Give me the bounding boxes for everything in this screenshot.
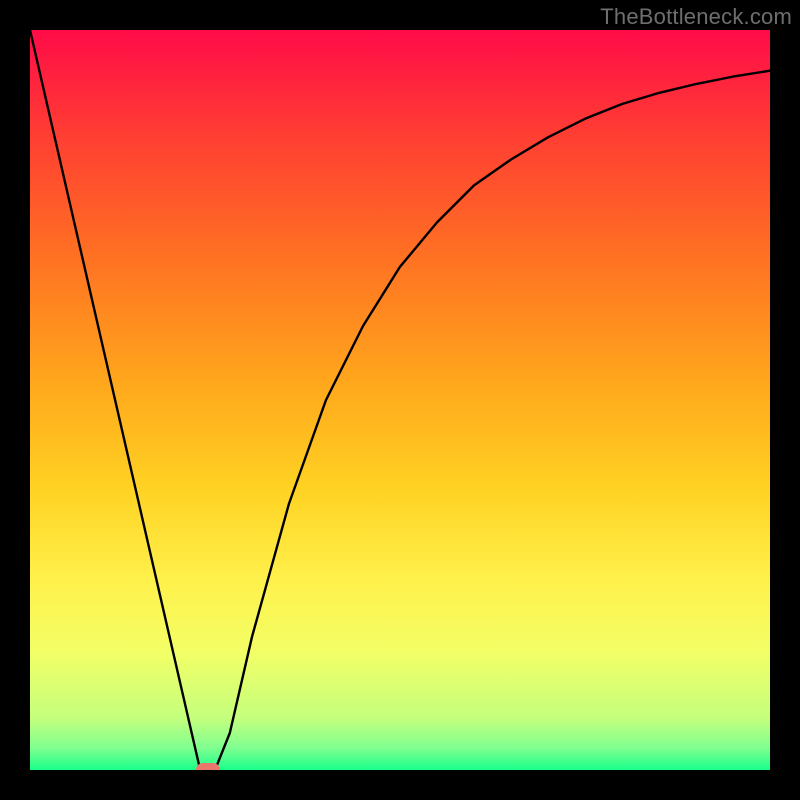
watermark-text: TheBottleneck.com: [600, 4, 792, 30]
chart-svg: [30, 30, 770, 770]
min-marker: [196, 763, 220, 770]
plot-area: [30, 30, 770, 770]
chart-frame: TheBottleneck.com: [0, 0, 800, 800]
gradient-background: [30, 30, 770, 770]
